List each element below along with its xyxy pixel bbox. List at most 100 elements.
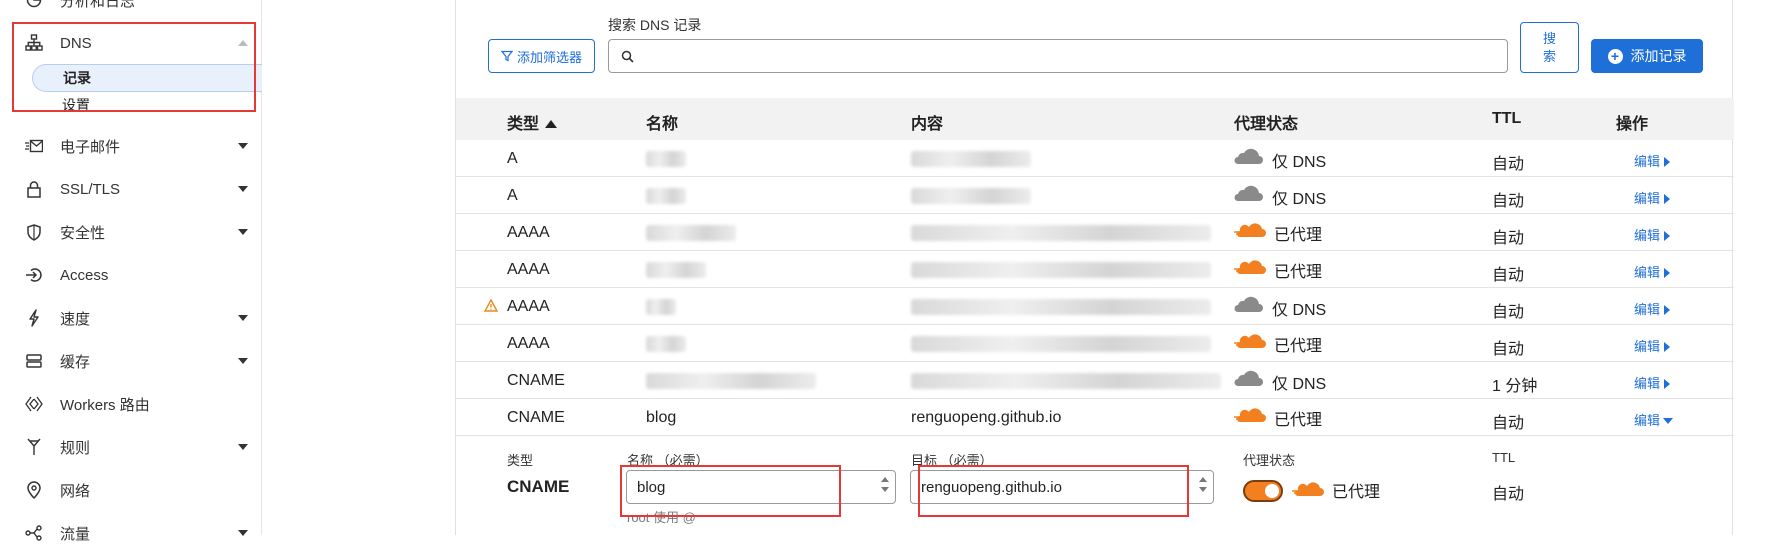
table-row[interactable]: AAAA 已代理 自动 编辑 xyxy=(456,325,1734,362)
chevron-right-icon xyxy=(1664,379,1671,389)
edit-record-link[interactable]: 编辑 xyxy=(1634,225,1671,244)
sidebar-subitem-label: 设置 xyxy=(62,97,90,113)
add-record-button[interactable]: + 添加记录 xyxy=(1591,39,1703,73)
sidebar-item-analytics[interactable]: 分析和日志 xyxy=(0,0,262,18)
record-ttl: 自动 xyxy=(1492,230,1525,247)
sidebar-subitem-records[interactable]: 记录 xyxy=(32,64,262,92)
sidebar-item-traffic[interactable]: 流量 xyxy=(0,515,262,551)
sidebar-item-label: Access xyxy=(60,266,109,284)
redacted-block xyxy=(911,261,1211,278)
workers-icon xyxy=(24,394,44,414)
shield-icon xyxy=(24,222,44,242)
add-filter-label: 添加筛选器 xyxy=(516,49,582,65)
sidebar-item-speed[interactable]: 速度 xyxy=(0,300,262,336)
edit-record-link[interactable]: 编辑 xyxy=(1634,299,1671,318)
record-content: renguopeng.github.io xyxy=(911,409,1062,426)
edit-record-link[interactable]: 编辑 xyxy=(1634,151,1671,170)
edit-type-label: 类型 xyxy=(507,453,534,468)
proxy-status-label: 已代理 xyxy=(1274,338,1323,355)
edit-record-link[interactable]: 编辑 xyxy=(1634,262,1671,281)
proxy-status: 已代理 xyxy=(1234,258,1322,282)
sidebar-item-email[interactable]: 电子邮件 xyxy=(0,128,262,164)
sidebar-item-dns[interactable]: DNS xyxy=(0,25,262,61)
stepper-icon xyxy=(1197,475,1209,499)
sidebar-item-network[interactable]: 网络 xyxy=(0,472,262,508)
edit-name-label: 名称 （必需） xyxy=(627,453,709,468)
table-row[interactable]: CNAME blog renguopeng.github.io 已代理 自动 编辑 xyxy=(456,399,1734,436)
toggle-knob xyxy=(1265,484,1279,498)
record-type: AAAA xyxy=(507,335,550,352)
orange-cloud-icon xyxy=(1292,482,1324,496)
sidebar-item-label: 规则 xyxy=(60,439,91,457)
grey-cloud-icon xyxy=(1234,295,1264,320)
record-ttl: 自动 xyxy=(1492,415,1525,432)
table-row[interactable]: A 仅 DNS 自动 编辑 xyxy=(456,177,1734,214)
grey-cloud-icon xyxy=(1234,184,1264,209)
add-filter-button[interactable]: 添加筛选器 xyxy=(488,39,595,73)
redacted-block xyxy=(646,335,686,352)
sidebar-subitem-label: 记录 xyxy=(63,70,91,86)
proxy-status-label: 仅 DNS xyxy=(1272,301,1327,319)
chevron-down-icon xyxy=(238,186,248,192)
sidebar-item-label: 网络 xyxy=(60,482,91,500)
table-row[interactable]: A 仅 DNS 自动 编辑 xyxy=(456,140,1734,177)
sidebar-item-ssl[interactable]: SSL/TLS xyxy=(0,171,262,207)
column-header-name: 名称 xyxy=(646,116,679,133)
table-row[interactable]: CNAME 仅 DNS 1 分钟 编辑 xyxy=(456,362,1734,399)
orange-cloud-icon xyxy=(1234,259,1266,281)
chevron-down-icon xyxy=(238,229,248,235)
search-button-label: 搜索 xyxy=(1542,30,1556,64)
table-row[interactable]: AAAA 已代理 自动 编辑 xyxy=(456,214,1734,251)
column-header-content: 内容 xyxy=(911,116,944,133)
redacted-block xyxy=(646,298,676,315)
target-input[interactable]: renguopeng.github.io xyxy=(910,470,1214,504)
proxy-status: 仅 DNS xyxy=(1234,147,1326,172)
chevron-down-icon xyxy=(238,530,248,536)
record-ttl: 自动 xyxy=(1492,193,1525,210)
edit-record-link[interactable]: 编辑 xyxy=(1634,410,1674,429)
proxy-status-label: 已代理 xyxy=(1274,227,1323,244)
name-input[interactable]: blog xyxy=(626,470,896,504)
location-pin-icon xyxy=(24,480,44,500)
edit-proxy-label: 代理状态 xyxy=(1243,453,1296,468)
proxy-status-label: 仅 DNS xyxy=(1272,153,1327,171)
traffic-icon xyxy=(24,523,44,543)
edit-ttl-value[interactable]: 自动 xyxy=(1492,480,1524,504)
sidebar-subitem-settings[interactable]: 设置 xyxy=(32,91,262,119)
sidebar-item-access[interactable]: Access xyxy=(0,257,262,293)
sidebar-item-security[interactable]: 安全性 xyxy=(0,214,262,250)
redacted-block xyxy=(911,372,1221,389)
sidebar-item-rules[interactable]: 规则 xyxy=(0,429,262,465)
sidebar-item-label: SSL/TLS xyxy=(60,180,121,198)
edit-label: 编辑 xyxy=(1634,228,1661,243)
edit-type-value: CNAME xyxy=(507,477,570,496)
edit-record-link[interactable]: 编辑 xyxy=(1634,336,1671,355)
record-ttl: 1 分钟 xyxy=(1492,378,1538,395)
table-row[interactable]: AAAA 仅 DNS 自动 编辑 xyxy=(456,288,1734,325)
edit-record-link[interactable]: 编辑 xyxy=(1634,188,1671,207)
record-ttl: 自动 xyxy=(1492,341,1525,358)
proxy-status-label: 已代理 xyxy=(1274,264,1323,281)
proxy-status: 已代理 xyxy=(1234,406,1322,430)
edit-proxy-value: 已代理 xyxy=(1332,484,1381,501)
record-type: A xyxy=(507,150,518,167)
edit-target-label: 目标 （必需） xyxy=(911,453,993,468)
redacted-block xyxy=(911,298,1211,315)
chevron-down-icon xyxy=(238,315,248,321)
sidebar-item-cache[interactable]: 缓存 xyxy=(0,343,262,379)
sitemap-icon xyxy=(24,33,44,53)
edit-label: 编辑 xyxy=(1634,154,1661,169)
search-input[interactable] xyxy=(608,39,1508,73)
redacted-block xyxy=(911,150,1031,167)
search-button[interactable]: 搜索 xyxy=(1520,22,1579,73)
warning-icon xyxy=(483,298,499,317)
proxy-toggle[interactable] xyxy=(1243,480,1283,502)
sidebar-item-workers-routes[interactable]: Workers 路由 xyxy=(0,386,262,422)
redacted-block xyxy=(646,224,736,241)
column-header-proxy: 代理状态 xyxy=(1234,116,1299,133)
grey-cloud-icon xyxy=(1234,147,1264,172)
table-row[interactable]: AAAA 已代理 自动 编辑 xyxy=(456,251,1734,288)
column-header-type[interactable]: 类型 xyxy=(507,110,558,134)
proxy-status: 仅 DNS xyxy=(1234,369,1326,394)
edit-record-link[interactable]: 编辑 xyxy=(1634,373,1671,392)
